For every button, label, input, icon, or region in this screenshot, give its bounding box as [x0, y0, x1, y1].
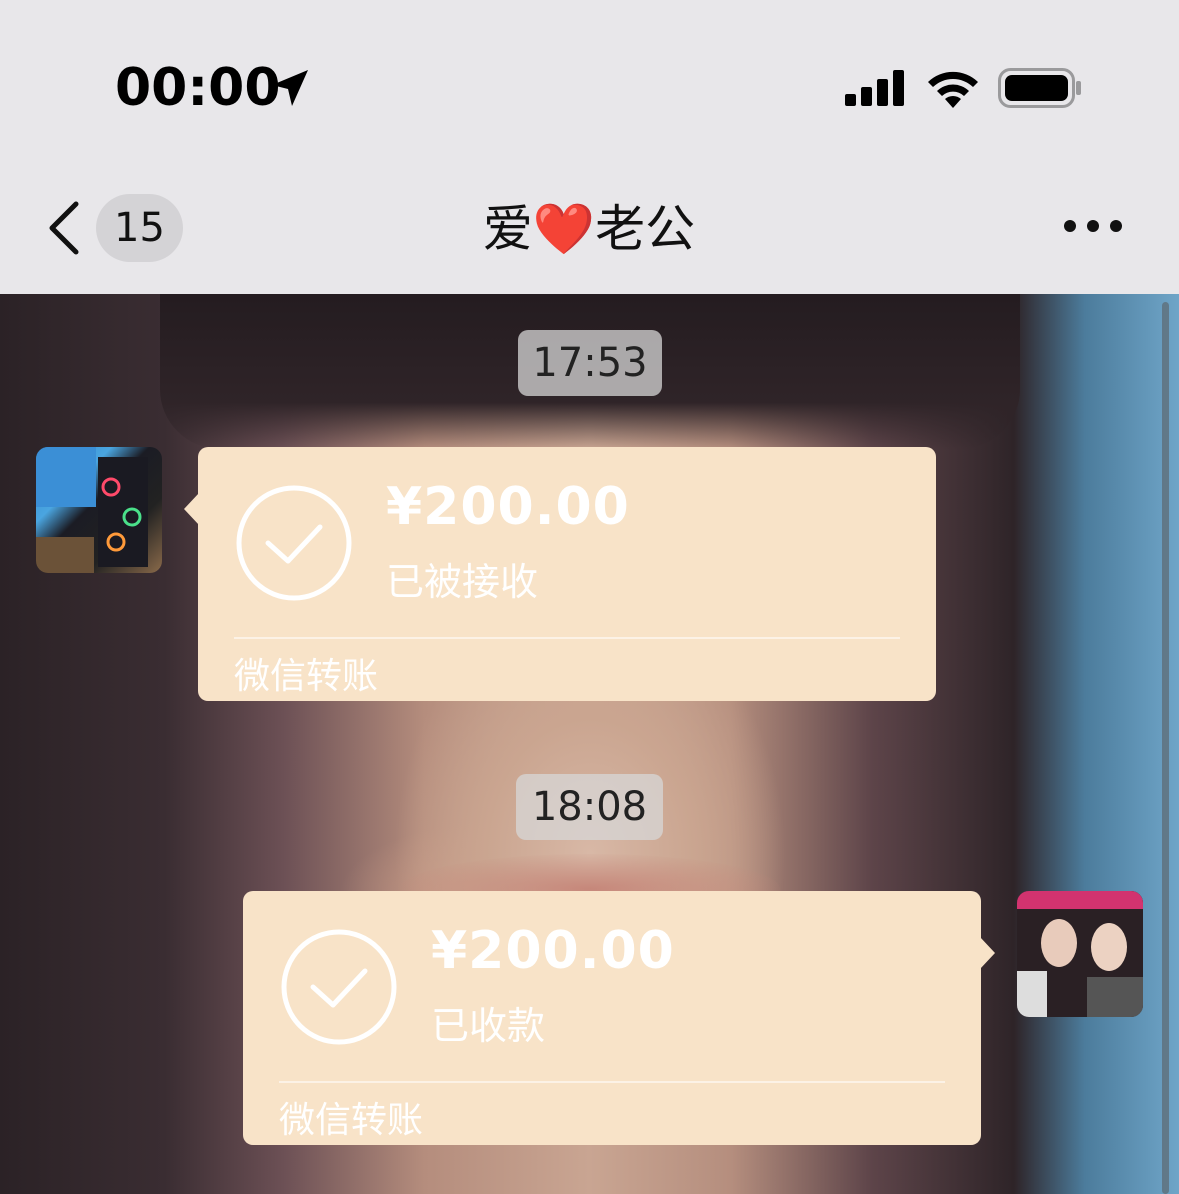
contact-avatar[interactable] [36, 447, 162, 573]
chevron-left-icon[interactable] [44, 200, 84, 256]
unread-count-badge[interactable]: 15 [96, 194, 183, 262]
transfer-label: 微信转账 [234, 656, 379, 697]
transfer-bubble[interactable]: ¥200.00 已收款 微信转账 [243, 891, 995, 1145]
cellular-signal-icon [845, 70, 904, 106]
transfer-bubble[interactable]: ¥200.00 已被接收 微信转账 [184, 447, 936, 701]
transfer-status: 已被接收 [386, 560, 539, 604]
scrollbar[interactable] [1162, 302, 1169, 1194]
bubble-divider [234, 637, 900, 639]
bubble-divider [279, 1081, 945, 1083]
status-time: 00:00 [115, 58, 281, 118]
message-timestamp: 17:53 [518, 330, 662, 396]
transfer-amount: ¥200.00 [386, 477, 630, 537]
transfer-status: 已收款 [431, 1004, 546, 1048]
wifi-icon [928, 71, 978, 108]
check-circle-icon [281, 929, 397, 1045]
bubble-tail [184, 493, 199, 525]
my-avatar[interactable] [1017, 891, 1143, 1017]
message-timestamp: 18:08 [516, 774, 663, 840]
more-dots-icon[interactable] [1062, 216, 1124, 236]
transfer-amount: ¥200.00 [431, 921, 675, 981]
bubble-tail [980, 937, 995, 969]
chat-title: 爱❤️老公 [482, 200, 696, 258]
check-circle-icon [236, 485, 352, 601]
location-arrow-icon [272, 70, 308, 106]
transfer-label: 微信转账 [279, 1100, 424, 1141]
battery-icon [998, 68, 1081, 108]
top-bar: 00:00 15 爱❤️老公 [0, 0, 1179, 294]
